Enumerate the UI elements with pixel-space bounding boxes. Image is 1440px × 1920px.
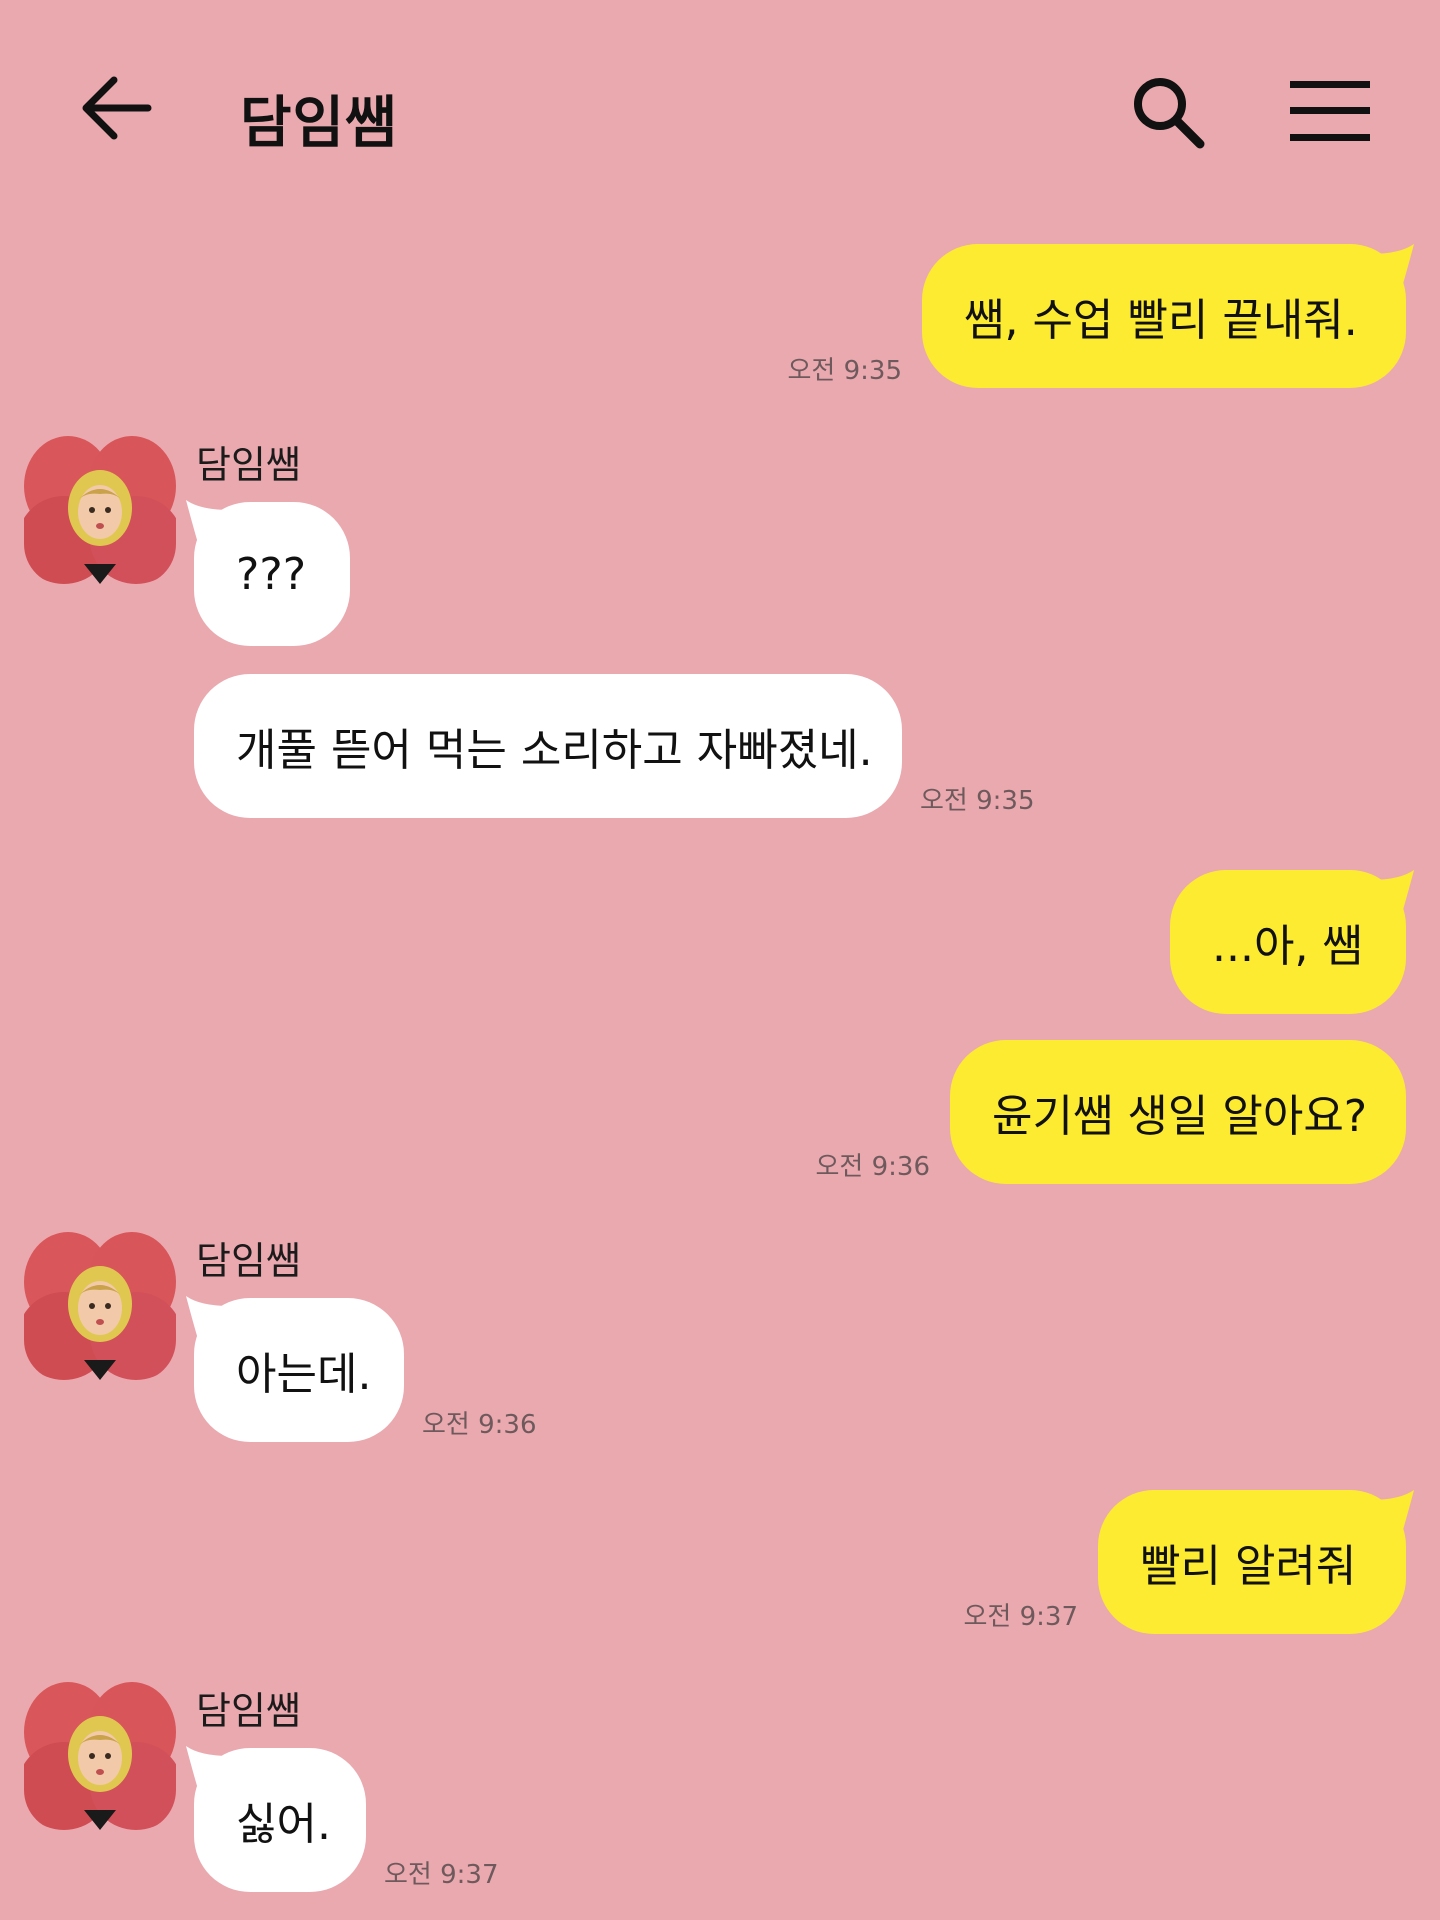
message-time: 오전 9:37	[384, 1860, 499, 1890]
message-text: 윤기쌤 생일 알아요?	[992, 1091, 1368, 1142]
message-text: ???	[236, 548, 307, 600]
message-text: 아는데.	[236, 1349, 372, 1400]
avatar[interactable]	[24, 1230, 176, 1382]
message-time: 오전 9:35	[787, 356, 903, 386]
message-text: 싫어.	[236, 1799, 331, 1850]
message-time: 오전 9:35	[920, 786, 1035, 816]
chat-title: 담임쌤	[240, 91, 398, 156]
hamburger-menu-icon[interactable]	[1290, 78, 1370, 144]
message-time: 오전 9:36	[815, 1152, 931, 1182]
back-arrow-icon[interactable]	[78, 70, 154, 146]
message-time: 오전 9:36	[422, 1410, 537, 1440]
message-text: 쌤, 수업 빨리 끝내줘.	[964, 295, 1358, 346]
flower-avatar-image	[24, 1682, 176, 1830]
message-time: 오전 9:37	[963, 1602, 1079, 1632]
outgoing-message-bubble[interactable]: 윤기쌤 생일 알아요?	[950, 1040, 1406, 1184]
avatar[interactable]	[24, 434, 176, 586]
flower-avatar-image	[24, 1232, 176, 1380]
chat-header: 담임쌤	[0, 0, 1440, 225]
sender-name: 담임쌤	[196, 1239, 301, 1283]
message-text: ...아, 쌤	[1212, 921, 1363, 972]
avatar[interactable]	[24, 1680, 176, 1832]
sender-name: 담임쌤	[196, 1689, 301, 1733]
message-text: 개풀 뜯어 먹는 소리하고 자빠졌네.	[236, 725, 873, 776]
outgoing-message-bubble[interactable]: ...아, 쌤	[1170, 870, 1406, 1014]
incoming-message-bubble[interactable]: 싫어.	[194, 1748, 366, 1892]
outgoing-message-bubble[interactable]: 빨리 알려줘	[1098, 1490, 1406, 1634]
search-icon[interactable]	[1128, 72, 1208, 152]
outgoing-message-bubble[interactable]: 쌤, 수업 빨리 끝내줘.	[922, 244, 1406, 388]
message-text: 빨리 알려줘	[1140, 1541, 1357, 1592]
incoming-message-bubble[interactable]: ???	[194, 502, 350, 646]
incoming-message-bubble[interactable]: 개풀 뜯어 먹는 소리하고 자빠졌네.	[194, 674, 902, 818]
incoming-message-bubble[interactable]: 아는데.	[194, 1298, 404, 1442]
sender-name: 담임쌤	[196, 443, 301, 487]
flower-avatar-image	[24, 436, 176, 584]
